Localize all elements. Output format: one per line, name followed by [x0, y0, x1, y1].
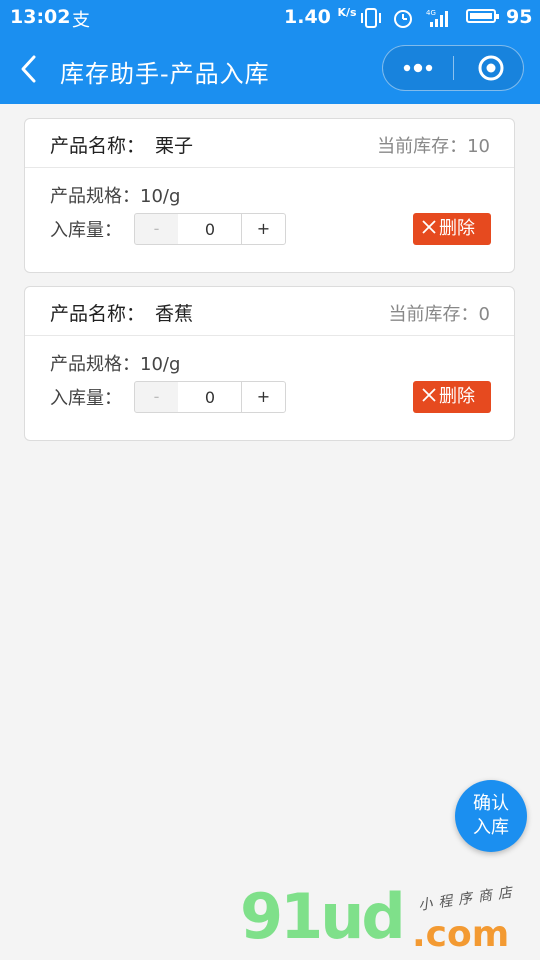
quantity-input[interactable] — [178, 381, 242, 413]
current-stock: 当前库存：0 — [388, 304, 490, 325]
quantity-stepper: - + — [134, 213, 286, 245]
watermark-tagline: 小程序商店 — [417, 884, 519, 914]
alarm-icon — [394, 10, 412, 28]
quantity-stepper: - + — [134, 381, 286, 413]
card-header: 产品名称： 栗子 当前库存：10 — [25, 119, 514, 168]
increment-button[interactable]: + — [241, 213, 286, 245]
quantity-label: 入库量： — [50, 220, 122, 241]
delete-label: 删除 — [439, 218, 475, 239]
quantity-label: 入库量： — [50, 388, 122, 409]
back-button[interactable] — [14, 52, 46, 86]
status-time: 13:02 — [10, 6, 71, 28]
more-dots-icon — [403, 63, 433, 73]
product-card: 产品名称： 栗子 当前库存：10 产品规格：10/g 入库量： - + 删除 — [24, 118, 515, 273]
delete-button[interactable]: 删除 — [413, 381, 491, 413]
product-name: 香蕉 — [155, 303, 194, 325]
close-icon — [422, 388, 436, 402]
delete-label: 删除 — [439, 386, 475, 407]
quantity-input[interactable] — [178, 213, 242, 245]
battery-level: 95 — [506, 6, 533, 28]
decrement-button[interactable]: - — [134, 381, 179, 413]
menu-capsule — [382, 45, 524, 91]
product-name-label: 产品名称： — [50, 303, 146, 325]
nav-bar: 库存助手-产品入库 — [0, 34, 540, 104]
signal-4g-icon: 4G — [426, 9, 448, 27]
card-header: 产品名称： 香蕉 当前库存：0 — [25, 287, 514, 336]
watermark-brand: 91ud — [240, 880, 406, 953]
close-icon — [422, 220, 436, 234]
card-body: 产品规格：10/g 入库量： - + 删除 — [25, 168, 514, 272]
decrement-button[interactable]: - — [134, 213, 179, 245]
product-spec: 产品规格：10/g — [50, 354, 181, 375]
watermark-domain: .com — [412, 914, 510, 955]
card-body: 产品规格：10/g 入库量： - + 删除 — [25, 336, 514, 440]
target-circle-icon — [478, 55, 504, 81]
product-spec: 产品规格：10/g — [50, 186, 181, 207]
confirm-stock-in-button[interactable]: 确认 入库 — [455, 780, 527, 852]
vibrate-icon — [361, 8, 381, 28]
increment-button[interactable]: + — [241, 381, 286, 413]
svg-text:4G: 4G — [426, 9, 436, 17]
status-app-glyph: 支 — [72, 10, 90, 31]
product-card: 产品名称： 香蕉 当前库存：0 产品规格：10/g 入库量： - + 删除 — [24, 286, 515, 441]
confirm-line-1: 确认 — [473, 793, 509, 814]
product-name: 栗子 — [155, 135, 194, 157]
network-speed: 1.40 K/s — [284, 6, 357, 28]
product-name-label: 产品名称： — [50, 135, 146, 157]
delete-button[interactable]: 删除 — [413, 213, 491, 245]
status-bar: 13:02 支 1.40 K/s 4G 95 — [0, 0, 540, 34]
watermark-logo: 91ud .com 小程序商店 — [240, 880, 530, 956]
chevron-left-icon — [21, 55, 36, 83]
current-stock: 当前库存：10 — [377, 136, 490, 157]
confirm-line-2: 入库 — [473, 817, 509, 838]
page-title: 库存助手-产品入库 — [60, 60, 270, 88]
battery-icon — [466, 9, 499, 23]
more-button[interactable] — [383, 46, 453, 90]
close-miniprogram-button[interactable] — [454, 46, 524, 90]
